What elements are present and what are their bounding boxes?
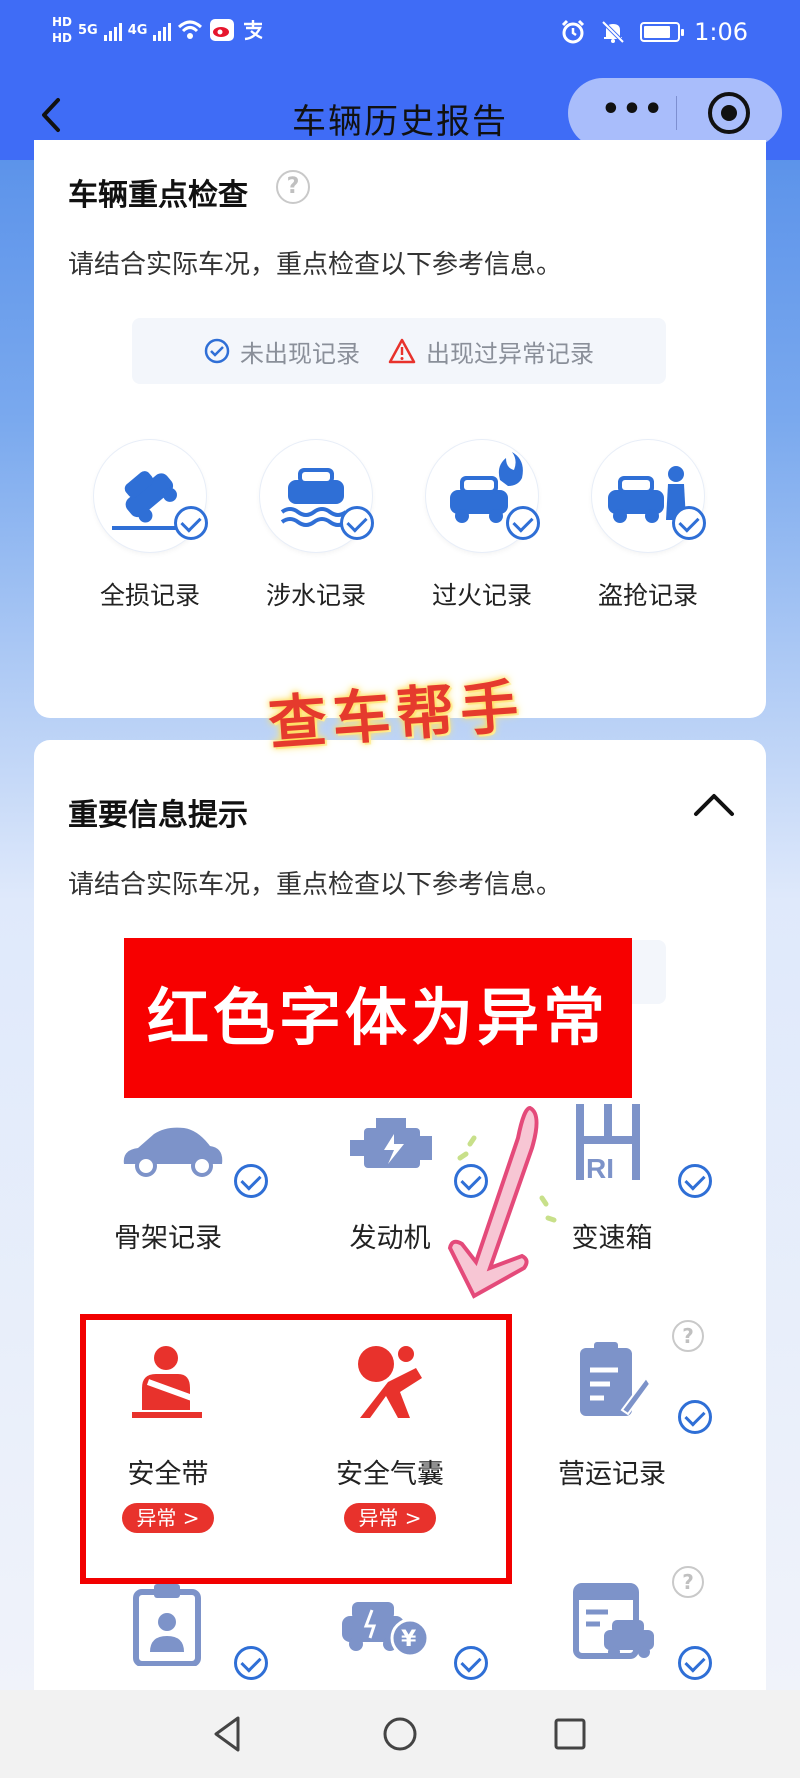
fire-icon xyxy=(426,440,540,552)
check-badge-icon xyxy=(340,506,374,540)
nav-recents-icon[interactable] xyxy=(548,1712,592,1756)
risk-label: 盗抢记录 xyxy=(597,581,698,610)
check-circle-icon xyxy=(204,338,230,364)
status-bar: HD HD 5G 4G 1:06 xyxy=(0,0,800,70)
risk-label: 过火记录 xyxy=(431,581,532,610)
important-info-title: 重要信息提示 xyxy=(68,798,248,833)
weibo-icon xyxy=(210,19,235,41)
key-check-card: 车辆重点检查 ? 请结合实际车况，重点检查以下参考信息。 未出现记录 出现过异常… xyxy=(34,140,766,718)
car-loan-icon: ¥ xyxy=(280,1582,500,1682)
battery-icon xyxy=(640,22,685,42)
important-info-description: 请结合实际车况，重点检查以下参考信息。 xyxy=(68,870,563,900)
total-loss-icon xyxy=(94,440,208,552)
wifi-icon xyxy=(178,20,203,39)
info-item-operation[interactable]: ? 营运记录 xyxy=(502,1320,722,1491)
check-badge-icon xyxy=(672,506,706,540)
operation-record-icon: ? xyxy=(502,1320,722,1436)
alipay-icon xyxy=(244,20,263,41)
nav-home-icon[interactable] xyxy=(378,1712,422,1756)
signal-icon xyxy=(103,19,122,41)
status-left: HD HD 5G 4G xyxy=(52,14,265,46)
theft-icon xyxy=(592,440,706,552)
svg-text:¥: ¥ xyxy=(401,1627,417,1652)
status-right: 1:06 xyxy=(560,18,748,46)
svg-text:RI: RI xyxy=(586,1153,614,1184)
more-menu-button[interactable]: ••• xyxy=(598,95,668,128)
check-badge-icon xyxy=(234,1164,268,1198)
network-4g-label: 4G xyxy=(127,22,148,38)
info-item-car-document[interactable]: ? xyxy=(502,1566,722,1682)
risk-item-theft[interactable]: 盗抢记录 xyxy=(568,440,728,612)
key-check-title: 车辆重点检查 xyxy=(68,178,248,213)
chevron-up-icon[interactable] xyxy=(692,790,736,820)
check-badge-icon xyxy=(234,1646,268,1680)
hd-label-1: HD xyxy=(52,15,73,29)
status-time: 1:06 xyxy=(694,18,748,46)
license-icon xyxy=(58,1582,278,1682)
highlight-frame xyxy=(80,1314,512,1584)
help-icon[interactable]: ? xyxy=(276,170,310,204)
info-item-frame[interactable]: 骨架记录 xyxy=(58,1100,278,1255)
check-badge-icon xyxy=(678,1164,712,1198)
risk-label: 涉水记录 xyxy=(265,581,366,610)
legend-abnormal: 出现过异常记录 xyxy=(388,334,594,369)
car-frame-icon xyxy=(58,1100,278,1200)
risk-item-fire[interactable]: 过火记录 xyxy=(402,440,562,612)
check-badge-icon xyxy=(678,1400,712,1434)
signal-icon-2 xyxy=(153,19,172,41)
risk-label: 全损记录 xyxy=(99,581,200,610)
mute-icon xyxy=(601,20,625,44)
check-badge-icon xyxy=(174,506,208,540)
info-item-label: 骨架记录 xyxy=(114,1223,222,1254)
key-check-description: 请结合实际车况，重点检查以下参考信息。 xyxy=(68,250,563,280)
watermark-text: 查车帮手 xyxy=(266,672,527,758)
important-info-card: 重要信息提示 请结合实际车况，重点检查以下参考信息。 骨架记录 发动机 RI 变… xyxy=(34,740,766,1778)
nav-back-icon[interactable] xyxy=(206,1712,250,1756)
pointer-arrow-icon xyxy=(447,1105,557,1299)
system-navigation-bar xyxy=(0,1690,800,1778)
capsule-divider xyxy=(676,96,677,130)
network-5g-label: 5G xyxy=(78,22,98,38)
legend: 未出现记录 出现过异常记录 xyxy=(132,318,666,384)
help-icon[interactable]: ? xyxy=(672,1320,704,1352)
info-item-license[interactable] xyxy=(58,1582,278,1682)
check-badge-icon xyxy=(506,506,540,540)
close-miniprogram-icon[interactable] xyxy=(708,92,750,134)
help-icon[interactable]: ? xyxy=(672,1566,704,1598)
legend-abnormal-label: 出现过异常记录 xyxy=(426,339,594,368)
alarm-icon xyxy=(562,19,585,44)
hd-indicator: HD HD xyxy=(52,14,72,46)
red-banner: 红色字体为异常 xyxy=(124,938,632,1098)
warning-triangle-icon xyxy=(388,338,416,364)
miniprogram-capsule: ••• xyxy=(568,78,782,148)
hd-label-2: HD xyxy=(52,31,73,45)
car-document-icon: ? xyxy=(502,1566,722,1682)
risk-item-flood[interactable]: 涉水记录 xyxy=(236,440,396,612)
risk-item-total-loss[interactable]: 全损记录 xyxy=(70,440,230,612)
check-badge-icon xyxy=(678,1646,712,1680)
info-item-car-loan[interactable]: ¥ xyxy=(280,1582,500,1682)
info-item-label: 营运记录 xyxy=(558,1459,666,1490)
legend-normal: 未出现记录 xyxy=(204,334,360,369)
flood-icon xyxy=(260,440,374,552)
check-badge-icon xyxy=(454,1646,488,1680)
legend-normal-label: 未出现记录 xyxy=(240,339,360,368)
